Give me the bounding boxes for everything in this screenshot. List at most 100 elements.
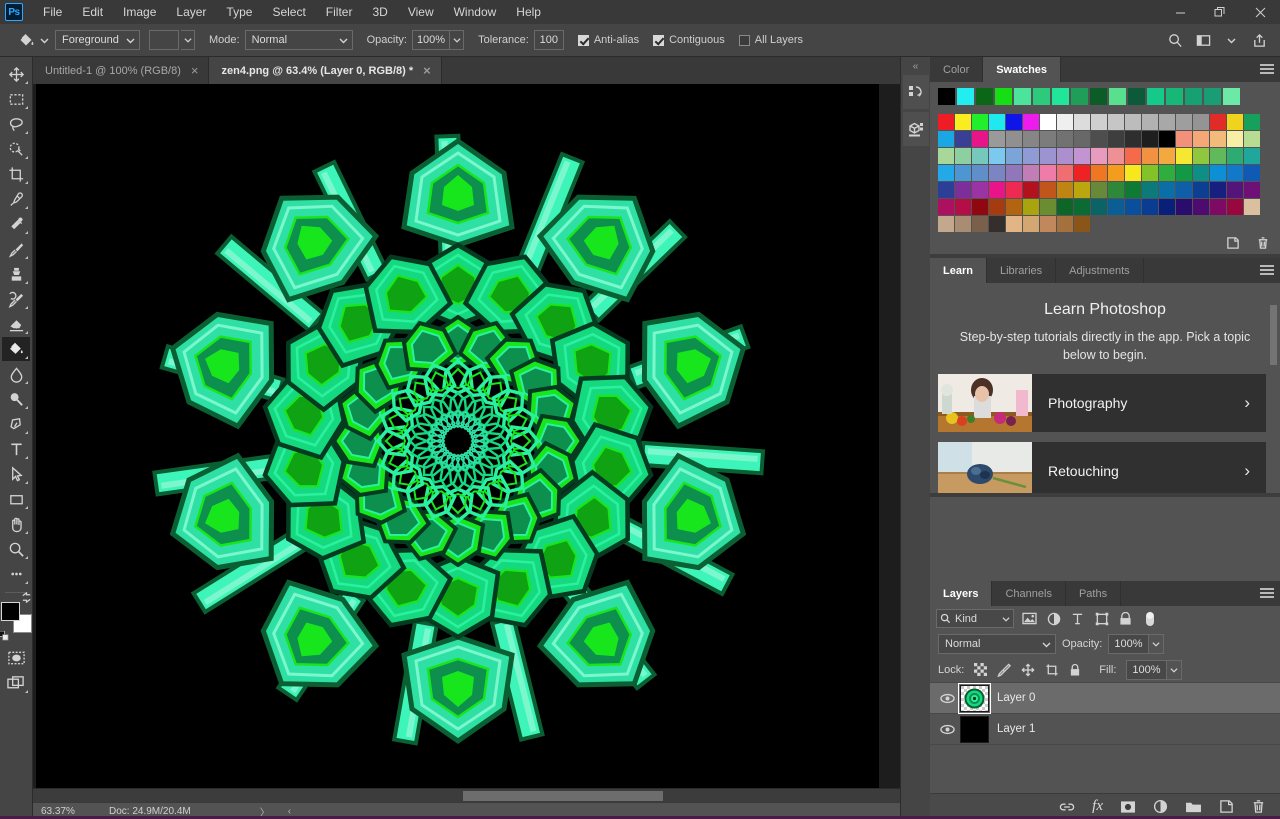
delete-swatch-icon[interactable] — [1256, 236, 1270, 250]
swatch-76[interactable] — [938, 182, 954, 198]
pattern-picker[interactable] — [149, 30, 195, 50]
swatch-18[interactable] — [1244, 114, 1260, 130]
new-group-icon[interactable] — [1185, 800, 1202, 814]
recent-swatch-0[interactable] — [938, 88, 955, 105]
swatch-69[interactable] — [1142, 165, 1158, 181]
swatch-99[interactable] — [1006, 199, 1022, 215]
swatch-10[interactable] — [1108, 114, 1124, 130]
quick-mask-icon[interactable] — [2, 646, 30, 670]
recent-swatch-3[interactable] — [995, 88, 1012, 105]
swatch-77[interactable] — [955, 182, 971, 198]
paint-bucket-icon[interactable] — [14, 28, 38, 52]
close-icon[interactable]: × — [423, 64, 431, 77]
pattern-chevron-icon[interactable] — [181, 30, 195, 50]
menu-item-window[interactable]: Window — [444, 0, 507, 24]
swatch-41[interactable] — [989, 148, 1005, 164]
swatch-6[interactable] — [1040, 114, 1056, 130]
swatch-80[interactable] — [1006, 182, 1022, 198]
swatch-54[interactable] — [1210, 148, 1226, 164]
swatch-8[interactable] — [1074, 114, 1090, 130]
tab-adjustments[interactable]: Adjustments — [1056, 258, 1144, 283]
swatch-12[interactable] — [1142, 114, 1158, 130]
swatch-51[interactable] — [1159, 148, 1175, 164]
swatch-83[interactable] — [1057, 182, 1073, 198]
crop-tool[interactable] — [2, 162, 30, 186]
swatch-25[interactable] — [1040, 131, 1056, 147]
layer-style-fx-icon[interactable]: fx — [1092, 798, 1103, 815]
learn-scroll-thumb[interactable] — [1270, 305, 1277, 365]
swatch-5[interactable] — [1023, 114, 1039, 130]
default-colors-icon[interactable] — [0, 631, 9, 641]
layer-thumbnail-mandala[interactable] — [960, 685, 989, 712]
tab-layers[interactable]: Layers — [930, 581, 992, 606]
all-layers-checkbox[interactable]: All Layers — [739, 34, 803, 46]
swatch-72[interactable] — [1193, 165, 1209, 181]
swatch-50[interactable] — [1142, 148, 1158, 164]
swatch-33[interactable] — [1176, 131, 1192, 147]
menu-item-view[interactable]: View — [398, 0, 444, 24]
lock-artboard-icon[interactable] — [1045, 663, 1059, 677]
swatch-88[interactable] — [1142, 182, 1158, 198]
lasso-tool[interactable] — [2, 112, 30, 136]
swatch-112[interactable] — [1227, 199, 1243, 215]
tool-preset-chevron-icon[interactable] — [40, 36, 49, 45]
horizontal-scroll-thumb[interactable] — [463, 791, 663, 801]
swatch-84[interactable] — [1074, 182, 1090, 198]
swatch-98[interactable] — [989, 199, 1005, 215]
search-icon[interactable] — [1162, 28, 1188, 52]
menu-item-file[interactable]: File — [33, 0, 72, 24]
swatch-73[interactable] — [1210, 165, 1226, 181]
all-layers-checkbox-box[interactable] — [739, 35, 750, 46]
tab-color[interactable]: Color — [930, 57, 983, 82]
swatch-109[interactable] — [1176, 199, 1192, 215]
swatch-85[interactable] — [1091, 182, 1107, 198]
swatch-46[interactable] — [1074, 148, 1090, 164]
workspace-icon[interactable] — [1190, 28, 1216, 52]
swatch-70[interactable] — [1159, 165, 1175, 181]
swatch-107[interactable] — [1142, 199, 1158, 215]
recent-swatch-10[interactable] — [1128, 88, 1145, 105]
tutorial-card-retouching[interactable]: Retouching › — [938, 442, 1266, 493]
eyedropper-tool[interactable] — [2, 187, 30, 211]
swatch-49[interactable] — [1125, 148, 1141, 164]
recent-swatch-7[interactable] — [1071, 88, 1088, 105]
status-collapse-icon[interactable]: ‹ — [279, 806, 300, 817]
tolerance-input[interactable]: 100 — [534, 30, 564, 50]
swatch-1[interactable] — [955, 114, 971, 130]
menu-item-layer[interactable]: Layer — [166, 0, 216, 24]
swatch-115[interactable] — [955, 216, 971, 232]
hand-tool[interactable] — [2, 512, 30, 536]
swatch-61[interactable] — [1006, 165, 1022, 181]
document-tab-untitled-1[interactable]: Untitled-1 @ 100% (RGB/8) × — [33, 57, 209, 84]
layer-row-layer-0[interactable]: Layer 0 — [930, 683, 1280, 714]
opacity-input[interactable]: 100% — [412, 30, 450, 50]
swatch-121[interactable] — [1057, 216, 1073, 232]
menu-item-help[interactable]: Help — [506, 0, 551, 24]
lock-all-icon[interactable] — [1069, 663, 1081, 677]
menu-item-3d[interactable]: 3D — [362, 0, 397, 24]
document-tab-zen4[interactable]: zen4.png @ 63.4% (Layer 0, RGB/8) * × — [209, 57, 441, 84]
document-canvas[interactable] — [36, 84, 879, 797]
close-icon[interactable] — [1240, 0, 1280, 24]
swatch-65[interactable] — [1074, 165, 1090, 181]
swatch-105[interactable] — [1108, 199, 1124, 215]
minimize-icon[interactable] — [1160, 0, 1200, 24]
delete-layer-icon[interactable] — [1251, 799, 1266, 814]
swatch-119[interactable] — [1023, 216, 1039, 232]
swatch-grid[interactable] — [938, 114, 1272, 232]
swatch-17[interactable] — [1227, 114, 1243, 130]
swatch-95[interactable] — [938, 199, 954, 215]
layer-fill-chevron-icon[interactable] — [1167, 660, 1182, 680]
swatch-104[interactable] — [1091, 199, 1107, 215]
swatch-87[interactable] — [1125, 182, 1141, 198]
swatch-79[interactable] — [989, 182, 1005, 198]
recent-swatch-12[interactable] — [1166, 88, 1183, 105]
opacity-chevron-icon[interactable] — [450, 30, 464, 50]
recent-swatch-15[interactable] — [1223, 88, 1240, 105]
recent-swatch-6[interactable] — [1052, 88, 1069, 105]
filter-toggle-icon[interactable] — [1141, 609, 1158, 628]
swatch-30[interactable] — [1125, 131, 1141, 147]
lock-position-icon[interactable] — [1021, 663, 1035, 677]
recent-swatch-8[interactable] — [1090, 88, 1107, 105]
swatch-21[interactable] — [972, 131, 988, 147]
